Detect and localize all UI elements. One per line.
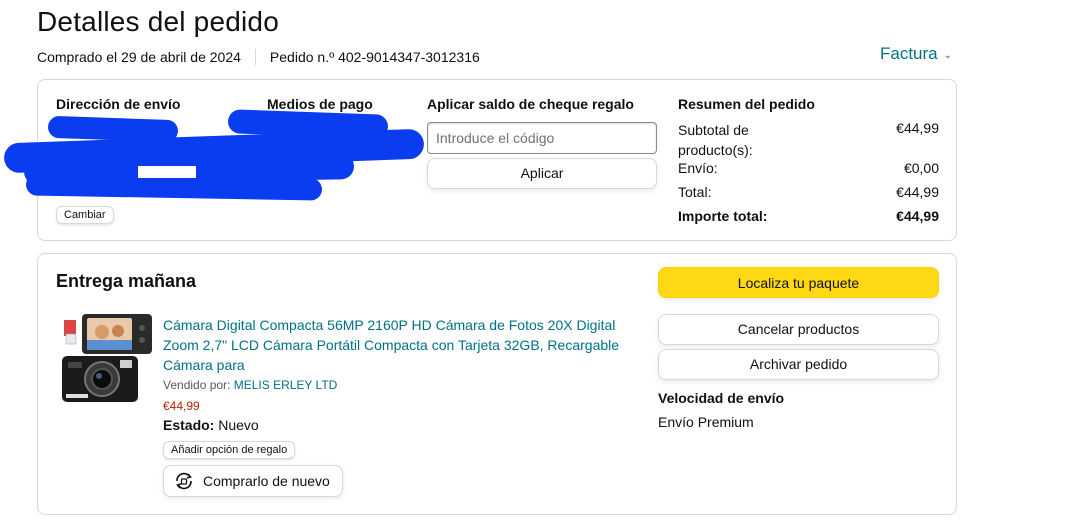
sold-by-label: Vendido por:	[163, 378, 231, 392]
meta-divider	[254, 49, 256, 65]
seller-line: Vendido por: MELIS ERLEY LTD	[163, 378, 337, 392]
archive-order-button[interactable]: Archivar pedido	[658, 349, 939, 380]
order-number: Pedido n.º 402-9014347-3012316	[269, 49, 480, 65]
condition-label: Estado:	[163, 417, 215, 433]
subtotal-label: Subtotal de producto(s):	[678, 122, 753, 158]
subtotal-value: €44,99	[896, 120, 939, 136]
product-condition: Estado: Nuevo	[163, 417, 259, 433]
shipping-value: €0,00	[903, 160, 939, 176]
grand-total-label: Importe total:	[678, 208, 768, 224]
purchase-date: Comprado el 29 de abril de 2024	[37, 49, 241, 65]
camera-product-image[interactable]	[60, 312, 154, 408]
condition-value: Nuevo	[218, 417, 259, 433]
invoice-dropdown[interactable]: Factura ⌄	[880, 44, 952, 64]
buy-again-icon	[176, 472, 192, 490]
total-label: Total:	[678, 184, 712, 200]
chevron-down-icon: ⌄	[943, 49, 953, 61]
order-summary-heading: Resumen del pedido	[678, 96, 815, 112]
shipping-speed-value: Envío Premium	[658, 414, 754, 430]
payment-method-heading: Medios de pago	[267, 96, 373, 112]
product-title-link[interactable]: Cámara Digital Compacta 56MP 2160P HD Cá…	[163, 315, 633, 375]
cancel-items-button[interactable]: Cancelar productos	[658, 314, 939, 345]
delivery-card: Entrega mañana Cámara Digital Compacta 5…	[37, 253, 957, 515]
invoice-label: Factura	[880, 44, 938, 63]
change-button[interactable]: Cambiar	[56, 206, 114, 224]
gift-code-input[interactable]	[427, 122, 657, 154]
delivery-status: Entrega mañana	[56, 271, 197, 291]
buy-again-label: Comprarlo de nuevo	[203, 473, 330, 489]
subtotal-row: Subtotal de producto(s): €44,99	[678, 120, 939, 160]
track-package-button[interactable]: Localiza tu paquete	[658, 267, 939, 298]
shipping-row: Envío: €0,00	[678, 160, 939, 176]
page-title: Detalles del pedido	[37, 6, 279, 37]
apply-button[interactable]: Aplicar	[427, 158, 657, 189]
add-gift-option-button[interactable]: Añadir opción de regalo	[163, 441, 296, 459]
grand-total-value: €44,99	[896, 208, 939, 224]
shipping-label: Envío:	[678, 160, 718, 176]
total-value: €44,99	[896, 184, 939, 200]
order-meta: Comprado el 29 de abril de 2024 Pedido n…	[37, 49, 480, 65]
buy-again-button[interactable]: Comprarlo de nuevo	[163, 465, 343, 497]
seller-link[interactable]: MELIS ERLEY LTD	[234, 378, 338, 392]
order-summary-card: Dirección de envío Medios de pago Cambia…	[3, 79, 957, 241]
grand-total-row: Importe total: €44,99	[678, 208, 939, 224]
shipping-address-heading: Dirección de envío	[56, 96, 181, 112]
shipping-speed-heading: Velocidad de envío	[658, 390, 785, 406]
gift-card-heading: Aplicar saldo de cheque regalo	[427, 96, 634, 112]
total-row: Total: €44,99	[678, 184, 939, 200]
product-price: €44,99	[163, 399, 200, 413]
